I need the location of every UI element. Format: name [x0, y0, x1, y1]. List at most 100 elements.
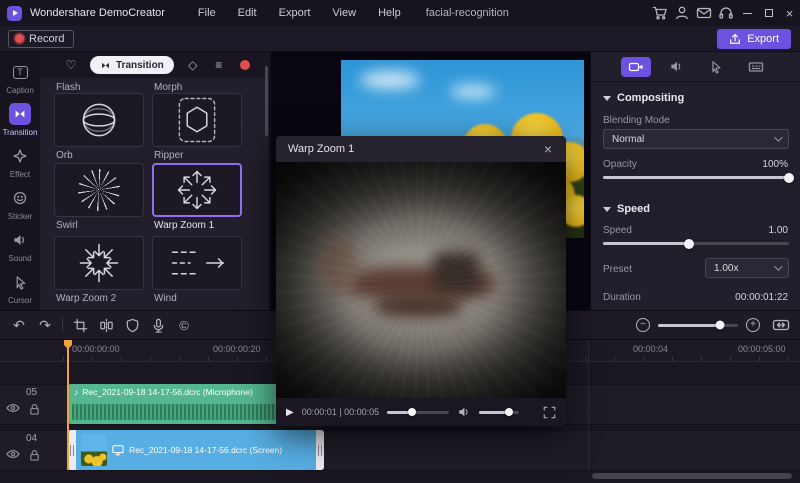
democreator-app: Wondershare DemoCreator File Edit Export…	[0, 0, 800, 483]
transition-wind[interactable]	[152, 236, 242, 290]
transitions-scrollbar[interactable]	[265, 66, 268, 136]
speed-label: Speed	[603, 225, 632, 236]
menu-edit[interactable]: Edit	[227, 0, 268, 26]
transition-orb[interactable]	[54, 93, 144, 147]
undo-icon[interactable]: ↶	[6, 310, 32, 340]
toolbar-divider	[62, 318, 63, 332]
transition-preview-video[interactable]	[276, 162, 566, 398]
track-lock-icon[interactable]	[28, 403, 41, 415]
transitions-grid: Flash Morph Orb Ripper Swirl Warp Zoom 1…	[40, 78, 270, 310]
menu-export[interactable]: Export	[268, 0, 322, 26]
record-dot-tab-icon[interactable]	[232, 60, 258, 70]
transition-flash-label[interactable]: Flash	[56, 82, 80, 93]
user-icon[interactable]	[671, 0, 693, 26]
tab-cursor-properties[interactable]	[701, 57, 731, 77]
menu-file[interactable]: File	[187, 0, 227, 26]
record-bar: Record Export	[0, 26, 800, 52]
timeline-zoom-controls: − +	[636, 317, 800, 333]
collapse-triangle-icon	[603, 206, 611, 212]
preview-time-display: 00:00:01 | 00:00:05	[301, 407, 380, 417]
minimize-button[interactable]	[737, 0, 758, 26]
track-lock-icon[interactable]	[28, 449, 41, 461]
menu-view[interactable]: View	[321, 0, 367, 26]
close-button[interactable]: ×	[779, 0, 800, 26]
tab-transition-active[interactable]: Transition	[90, 56, 174, 74]
tab-audio-properties[interactable]	[661, 57, 691, 77]
dialog-title: Warp Zoom 1	[288, 143, 355, 155]
zoom-in-button[interactable]: +	[746, 318, 760, 332]
maximize-button[interactable]	[758, 0, 779, 26]
preset-select[interactable]: 1.00x	[705, 258, 789, 278]
tab-screen-properties[interactable]	[741, 57, 771, 77]
timeline-horizontal-scrollbar[interactable]	[592, 473, 792, 479]
sidebar-item-effect[interactable]: Effect	[0, 142, 40, 182]
video-clip-label: Rec_2021-09-18 14-17-56.dcrc (Screen)	[129, 445, 283, 455]
mail-icon[interactable]	[693, 0, 715, 26]
fullscreen-button[interactable]	[543, 406, 556, 419]
track-visibility-eye-icon[interactable]	[6, 403, 20, 413]
sidebar-item-transition[interactable]: Transition	[0, 100, 40, 140]
volume-handle[interactable]	[505, 408, 514, 416]
favorites-heart-icon[interactable]: ♡	[58, 58, 84, 72]
transition-ripper[interactable]	[152, 93, 242, 147]
transition-pill-icon	[102, 62, 109, 68]
transition-swirl[interactable]	[54, 163, 144, 217]
video-clip-screen[interactable]: Rec_2021-09-18 14-17-56.dcrc (Screen)	[68, 430, 324, 470]
duration-label: Duration	[603, 292, 641, 303]
audio-clip-label: ♪ Rec_2021-09-18 14-17-56.dcrc (Micropho…	[74, 387, 253, 397]
menu-help[interactable]: Help	[367, 0, 412, 26]
cloud-art	[450, 84, 497, 98]
video-clip-body: Rec_2021-09-18 14-17-56.dcrc (Screen)	[76, 430, 316, 470]
zoom-slider-handle[interactable]	[715, 320, 725, 330]
transition-warp-zoom-1[interactable]	[152, 163, 242, 217]
transition-warp-zoom-2[interactable]	[54, 236, 144, 290]
dialog-close-icon[interactable]: ×	[540, 141, 556, 157]
cart-icon[interactable]	[649, 0, 671, 26]
split-icon[interactable]	[93, 310, 119, 340]
preview-progress-slider[interactable]	[387, 408, 450, 416]
sidebar-item-sticker[interactable]: Sticker	[0, 184, 40, 224]
opacity-slider-handle[interactable]	[784, 172, 794, 183]
dialog-header[interactable]: Warp Zoom 1 ×	[276, 136, 566, 162]
compositing-section-header[interactable]: Compositing	[603, 92, 684, 104]
redo-icon[interactable]: ↷	[32, 310, 58, 340]
track-visibility-eye-icon[interactable]	[6, 449, 20, 459]
clip-trim-handle-left[interactable]	[68, 430, 76, 470]
crop-icon[interactable]	[67, 310, 93, 340]
preview-volume-slider[interactable]	[479, 408, 520, 416]
shield-icon[interactable]	[119, 310, 145, 340]
clip-trim-handle-right[interactable]	[316, 430, 324, 470]
record-button[interactable]: Record	[8, 29, 75, 48]
export-button[interactable]: Export	[717, 28, 791, 49]
speed-slider[interactable]	[603, 238, 789, 249]
sidebar-item-cursor[interactable]: Cursor	[0, 268, 40, 308]
list-tab-icon[interactable]: ≡	[206, 58, 232, 72]
blending-mode-select[interactable]: Normal	[603, 129, 789, 149]
speed-section-header[interactable]: Speed	[603, 203, 650, 215]
volume-icon[interactable]	[457, 405, 471, 419]
speed-slider-handle[interactable]	[683, 238, 694, 249]
sidebar-item-caption[interactable]: T Caption	[0, 58, 40, 98]
timeline-zoom-slider[interactable]	[658, 320, 738, 330]
properties-tab-bar	[591, 52, 800, 82]
app-logo-icon	[7, 5, 22, 21]
timeline-divider	[588, 340, 589, 471]
zoom-out-button[interactable]: −	[636, 318, 650, 332]
audio-clip-microphone[interactable]: ♪ Rec_2021-09-18 14-17-56.dcrc (Micropho…	[68, 384, 289, 424]
fit-timeline-button[interactable]	[772, 317, 790, 333]
transition-morph-label[interactable]: Morph	[154, 82, 182, 93]
sidebar-item-sound[interactable]: Sound	[0, 226, 40, 266]
video-tab-icon	[628, 62, 643, 71]
diamond-tab-icon[interactable]: ◇	[180, 58, 206, 72]
ruler-label: 00:00:00:20	[213, 344, 261, 354]
opacity-label: Opacity	[603, 159, 637, 170]
progress-handle[interactable]	[407, 408, 416, 416]
preset-label: Preset	[603, 264, 632, 275]
headset-icon[interactable]	[715, 0, 737, 26]
play-button[interactable]: ▶	[286, 407, 294, 418]
opacity-slider[interactable]	[603, 172, 794, 183]
tab-video-properties[interactable]	[621, 56, 651, 77]
microphone-icon[interactable]	[145, 310, 171, 340]
copyright-icon[interactable]: ©	[171, 310, 197, 340]
playhead[interactable]	[64, 340, 72, 470]
